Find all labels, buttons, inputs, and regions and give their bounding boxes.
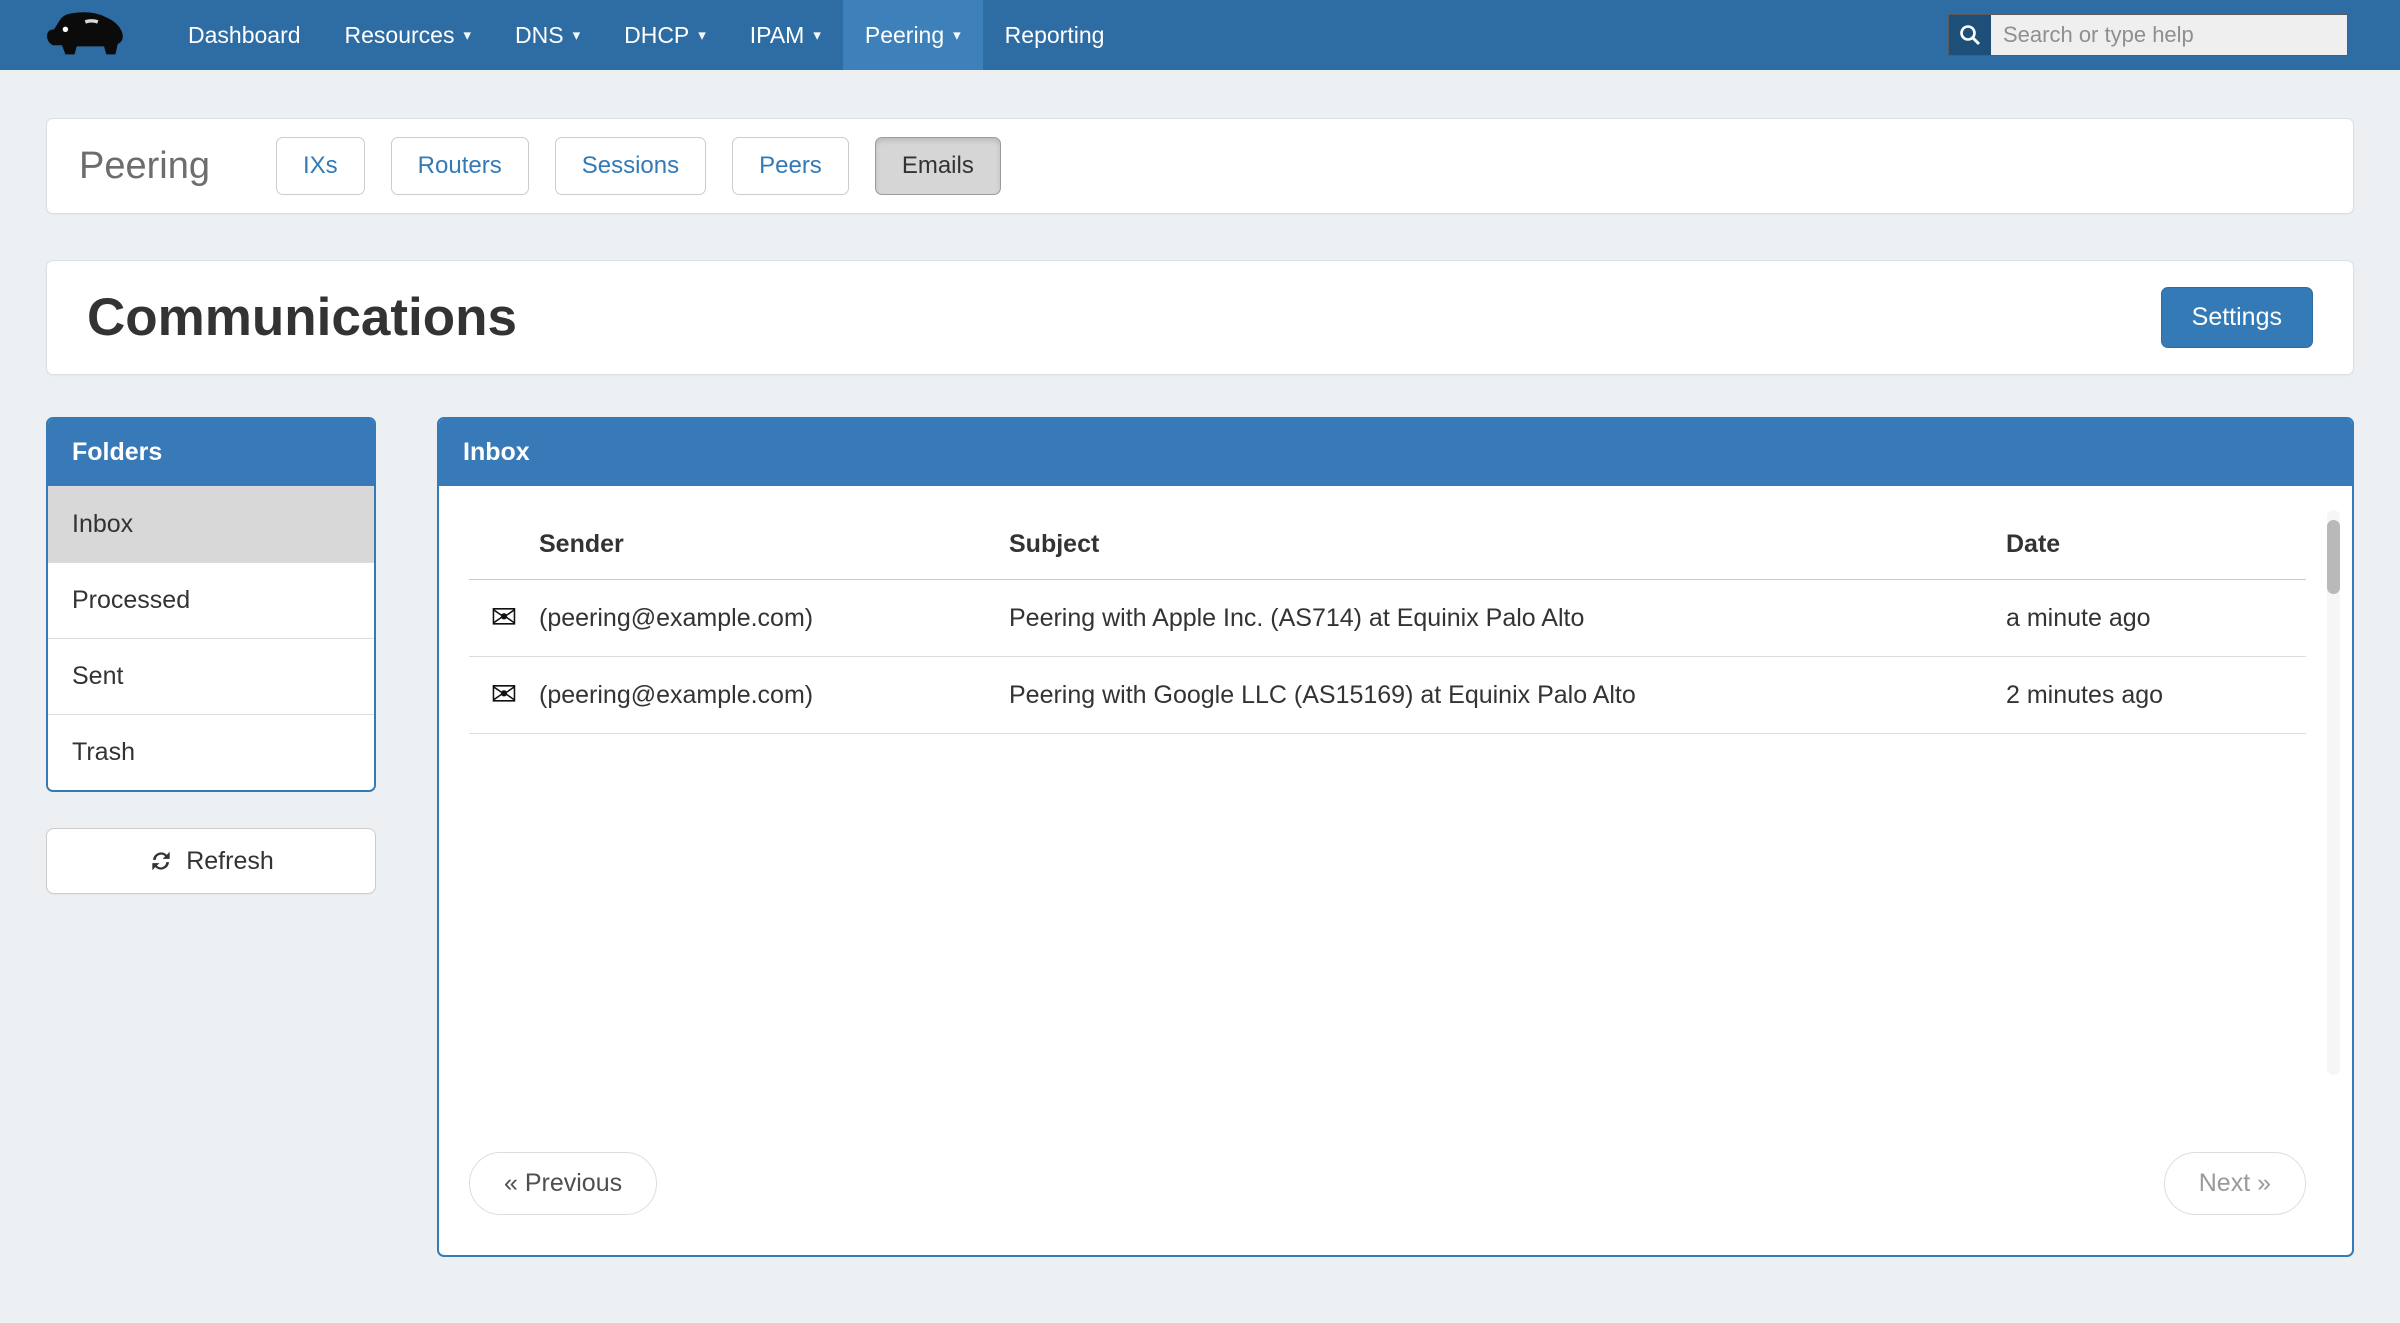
scrollbar-track[interactable] xyxy=(2327,510,2340,1075)
top-navbar: Dashboard Resources ▾ DNS ▾ DHCP ▾ IPAM … xyxy=(0,0,2400,70)
row-sender: (peering@example.com) xyxy=(539,681,1009,710)
tab-peers[interactable]: Peers xyxy=(732,137,849,195)
row-subject: Peering with Apple Inc. (AS714) at Equin… xyxy=(1009,604,2006,633)
caret-down-icon: ▾ xyxy=(573,28,581,43)
folder-item-inbox[interactable]: Inbox xyxy=(48,486,374,562)
nav-label: Reporting xyxy=(1005,22,1105,49)
refresh-icon xyxy=(148,848,174,874)
inbox-panel-heading: Inbox xyxy=(439,419,2352,486)
peering-tabs: IXs Routers Sessions Peers Emails xyxy=(276,137,1001,195)
settings-button[interactable]: Settings xyxy=(2161,287,2313,348)
tab-ixs[interactable]: IXs xyxy=(276,137,365,195)
main-nav: Dashboard Resources ▾ DNS ▾ DHCP ▾ IPAM … xyxy=(166,0,1126,70)
global-search xyxy=(1948,14,2348,56)
caret-down-icon: ▾ xyxy=(813,28,821,43)
nav-label: IPAM xyxy=(750,22,805,49)
nav-label: Dashboard xyxy=(188,22,301,49)
table-header-row: Sender Subject Date xyxy=(469,512,2306,580)
col-header-date: Date xyxy=(2006,530,2306,559)
row-subject: Peering with Google LLC (AS15169) at Equ… xyxy=(1009,681,2006,710)
search-input[interactable] xyxy=(1991,22,2347,48)
inbox-panel: Inbox Sender Subject Date ✉ (peering@exa… xyxy=(437,417,2354,1257)
folders-panel-heading: Folders xyxy=(48,419,374,486)
refresh-label: Refresh xyxy=(186,847,274,876)
nav-item-ipam[interactable]: IPAM ▾ xyxy=(728,0,843,70)
table-row[interactable]: ✉ (peering@example.com) Peering with App… xyxy=(469,580,2306,657)
row-date: 2 minutes ago xyxy=(2006,681,2306,710)
nav-label: Resources xyxy=(345,22,455,49)
nav-item-reporting[interactable]: Reporting xyxy=(983,0,1127,70)
previous-page-button[interactable]: « Previous xyxy=(469,1152,657,1215)
folder-item-trash[interactable]: Trash xyxy=(48,714,374,790)
rhino-logo[interactable] xyxy=(46,0,128,70)
search-icon[interactable] xyxy=(1949,15,1991,55)
row-sender: (peering@example.com) xyxy=(539,604,1009,633)
page-title: Communications xyxy=(87,287,517,348)
inbox-body: Sender Subject Date ✉ (peering@example.c… xyxy=(439,486,2352,1255)
tab-sessions[interactable]: Sessions xyxy=(555,137,706,195)
col-header-subject: Subject xyxy=(1009,530,2006,559)
nav-item-resources[interactable]: Resources ▾ xyxy=(323,0,493,70)
nav-label: Peering xyxy=(865,22,944,49)
row-date: a minute ago xyxy=(2006,604,2306,633)
content-area: Folders Inbox Processed Sent Trash Refre… xyxy=(46,417,2354,1257)
folder-item-processed[interactable]: Processed xyxy=(48,562,374,638)
pagination: « Previous Next » xyxy=(469,1122,2306,1215)
communications-header: Communications Settings xyxy=(46,260,2354,375)
nav-item-dashboard[interactable]: Dashboard xyxy=(166,0,323,70)
nav-item-dhcp[interactable]: DHCP ▾ xyxy=(602,0,728,70)
tab-routers[interactable]: Routers xyxy=(391,137,529,195)
col-header-sender: Sender xyxy=(539,530,1009,559)
section-title: Peering xyxy=(79,145,210,188)
peering-subheader: Peering IXs Routers Sessions Peers Email… xyxy=(46,118,2354,214)
caret-down-icon: ▾ xyxy=(698,28,706,43)
folders-panel: Folders Inbox Processed Sent Trash xyxy=(46,417,376,792)
table-row[interactable]: ✉ (peering@example.com) Peering with Goo… xyxy=(469,657,2306,734)
tab-emails[interactable]: Emails xyxy=(875,137,1001,195)
folders-sidebar: Folders Inbox Processed Sent Trash Refre… xyxy=(46,417,376,894)
nav-label: DHCP xyxy=(624,22,689,49)
folder-item-sent[interactable]: Sent xyxy=(48,638,374,714)
caret-down-icon: ▾ xyxy=(953,28,961,43)
nav-item-dns[interactable]: DNS ▾ xyxy=(493,0,602,70)
envelope-icon: ✉ xyxy=(491,676,518,712)
nav-label: DNS xyxy=(515,22,564,49)
nav-item-peering[interactable]: Peering ▾ xyxy=(843,0,983,70)
rhino-logo-image xyxy=(46,10,128,60)
refresh-button[interactable]: Refresh xyxy=(46,828,376,894)
caret-down-icon: ▾ xyxy=(463,28,471,43)
next-page-button[interactable]: Next » xyxy=(2164,1152,2306,1215)
scrollbar-thumb[interactable] xyxy=(2327,520,2340,594)
envelope-icon: ✉ xyxy=(491,599,518,635)
